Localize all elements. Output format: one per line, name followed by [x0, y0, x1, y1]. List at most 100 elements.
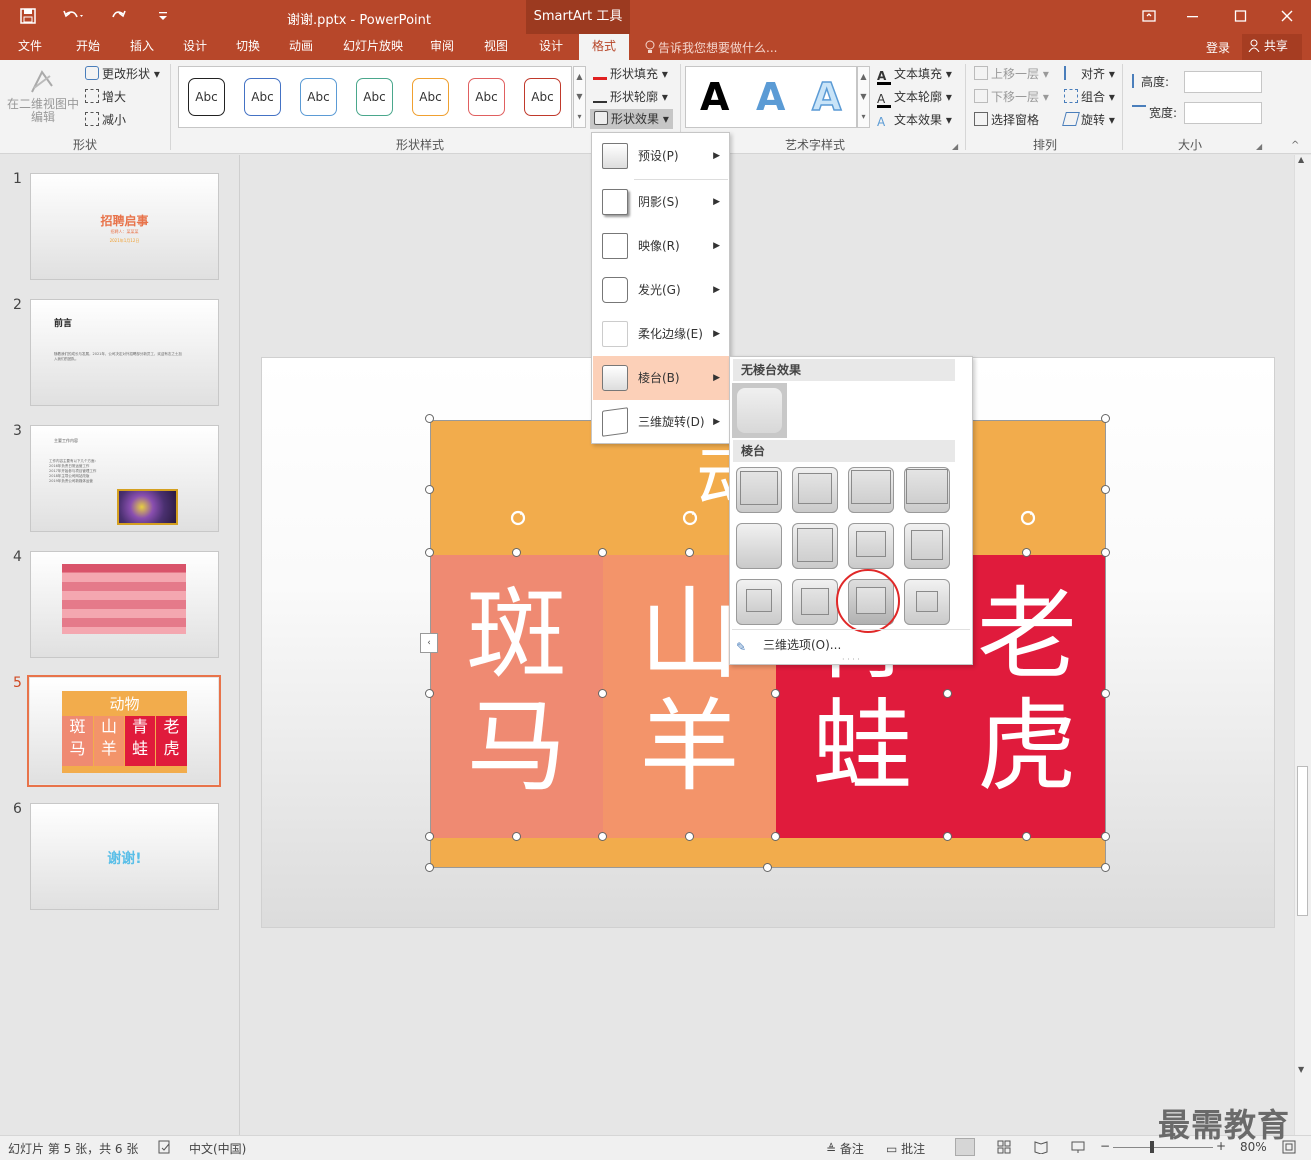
- notes-button[interactable]: ≜ 备注: [826, 1140, 864, 1157]
- bevel-option-12[interactable]: [904, 579, 950, 625]
- bevel-option-1[interactable]: [736, 467, 782, 513]
- shape-style-2[interactable]: Abc: [244, 78, 281, 116]
- spellcheck-icon[interactable]: [158, 1140, 172, 1154]
- slide-thumbnail-4[interactable]: [30, 551, 219, 658]
- bevel-option-3[interactable]: [848, 467, 894, 513]
- bevel-option-10[interactable]: [792, 579, 838, 625]
- tab-review[interactable]: 审阅: [420, 34, 464, 60]
- send-backward-button[interactable]: 下移一层 ▾: [974, 89, 1049, 105]
- resize-handle[interactable]: [512, 832, 521, 841]
- shape-style-4[interactable]: Abc: [356, 78, 393, 116]
- text-pane-toggle-icon[interactable]: ‹: [420, 633, 438, 653]
- resize-handle[interactable]: [771, 689, 780, 698]
- tab-home[interactable]: 开始: [66, 34, 110, 60]
- tab-smartart-design[interactable]: 设计: [529, 34, 573, 60]
- bevel-option-9[interactable]: [736, 579, 782, 625]
- menu-item-3d-rotation[interactable]: 三维旋转(D) ▶: [593, 400, 729, 444]
- normal-view-icon[interactable]: [955, 1138, 975, 1156]
- resize-handle[interactable]: [425, 485, 434, 494]
- scroll-up-icon[interactable]: ▲: [1298, 155, 1304, 164]
- close-icon[interactable]: [1280, 8, 1294, 24]
- slide-sorter-icon[interactable]: [997, 1140, 1011, 1154]
- scrollbar-thumb[interactable]: [1297, 766, 1308, 916]
- resize-handle[interactable]: [598, 548, 607, 557]
- resize-handle[interactable]: [763, 863, 772, 872]
- rotate-handle-icon[interactable]: [1018, 508, 1038, 528]
- wordart-style-blue[interactable]: A: [756, 77, 785, 117]
- maximize-icon[interactable]: [1234, 8, 1248, 24]
- bevel-option-2[interactable]: [792, 467, 838, 513]
- login-link[interactable]: 登录: [1206, 39, 1230, 56]
- share-button[interactable]: 共享: [1242, 34, 1302, 60]
- ribbon-display-icon[interactable]: [1141, 8, 1157, 24]
- edit-in-2d-button[interactable]: 在二维视图中编辑: [6, 66, 80, 130]
- customize-quick-access-icon[interactable]: [158, 8, 168, 24]
- resize-handle[interactable]: [425, 414, 434, 423]
- scroll-down-icon[interactable]: ▼: [1298, 1065, 1304, 1074]
- rotate-handle-icon[interactable]: [680, 508, 700, 528]
- zoom-out-icon[interactable]: −: [1100, 1139, 1110, 1153]
- slideshow-icon[interactable]: [1071, 1140, 1085, 1154]
- resize-grip-icon[interactable]: · · · ·: [842, 655, 860, 664]
- resize-handle[interactable]: [1022, 832, 1031, 841]
- change-shape-button[interactable]: 更改形状 ▾: [85, 66, 160, 82]
- shape-outline-button[interactable]: 形状轮廓 ▾: [593, 89, 668, 105]
- tab-animations[interactable]: 动画: [279, 34, 323, 60]
- menu-item-bevel[interactable]: 棱台(B) ▶: [593, 356, 729, 400]
- wordart-style-black[interactable]: A: [700, 77, 729, 117]
- text-outline-button[interactable]: A 文本轮廓 ▾: [877, 89, 952, 108]
- shape-style-7[interactable]: Abc: [524, 78, 561, 116]
- tab-file[interactable]: 文件: [8, 34, 52, 60]
- no-bevel-option[interactable]: [732, 383, 787, 438]
- resize-handle[interactable]: [1022, 548, 1031, 557]
- tab-insert[interactable]: 插入: [120, 34, 164, 60]
- shape-style-5[interactable]: Abc: [412, 78, 449, 116]
- vertical-scrollbar[interactable]: ▲ ▼: [1294, 155, 1311, 1135]
- comments-button[interactable]: ▭ 批注: [886, 1140, 925, 1157]
- undo-icon[interactable]: [62, 8, 84, 24]
- resize-handle[interactable]: [771, 832, 780, 841]
- resize-handle[interactable]: [1101, 832, 1110, 841]
- minimize-icon[interactable]: [1186, 8, 1200, 24]
- slide-thumbnail-2[interactable]: 前言 随着我们的成长与发展，2021年，公司决定对外招聘部分新员工，欢迎有志之士…: [30, 299, 219, 406]
- bevel-option-8[interactable]: [904, 523, 950, 569]
- resize-handle[interactable]: [425, 832, 434, 841]
- text-effects-button[interactable]: A 文本效果 ▾: [877, 112, 952, 130]
- reading-view-icon[interactable]: [1034, 1140, 1048, 1154]
- menu-item-glow[interactable]: 发光(G) ▶: [593, 268, 729, 312]
- resize-handle[interactable]: [1101, 485, 1110, 494]
- resize-handle[interactable]: [1101, 863, 1110, 872]
- bevel-option-5[interactable]: [736, 523, 782, 569]
- slide-thumbnail-5-selected[interactable]: 动物 斑马 山羊 青蛙 老虎: [27, 675, 221, 787]
- resize-handle[interactable]: [425, 863, 434, 872]
- save-icon[interactable]: [20, 8, 36, 24]
- group-button[interactable]: 组合 ▾: [1064, 89, 1115, 105]
- resize-handle[interactable]: [943, 689, 952, 698]
- wordart-scroll[interactable]: ▲ ▼ ▾: [857, 66, 870, 128]
- language-indicator[interactable]: 中文(中国): [189, 1140, 246, 1157]
- resize-handle[interactable]: [425, 548, 434, 557]
- height-input[interactable]: [1184, 71, 1262, 93]
- slide-thumbnail-6[interactable]: 谢谢!: [30, 803, 219, 910]
- shape-style-3[interactable]: Abc: [300, 78, 337, 116]
- resize-handle[interactable]: [685, 832, 694, 841]
- resize-handle[interactable]: [1101, 689, 1110, 698]
- redo-icon[interactable]: [110, 8, 126, 24]
- bevel-option-7[interactable]: [848, 523, 894, 569]
- bevel-option-4[interactable]: [904, 467, 950, 513]
- shape-fill-button[interactable]: 形状填充 ▾: [593, 66, 668, 82]
- menu-item-soft-edges[interactable]: 柔化边缘(E) ▶: [593, 312, 729, 356]
- menu-item-shadow[interactable]: 阴影(S) ▶: [593, 180, 729, 224]
- resize-handle[interactable]: [598, 689, 607, 698]
- selection-pane-button[interactable]: 选择窗格: [974, 112, 1039, 128]
- larger-button[interactable]: 增大: [85, 89, 126, 105]
- rotate-button[interactable]: 旋转 ▾: [1062, 112, 1115, 128]
- tab-slideshow[interactable]: 幻灯片放映: [335, 34, 411, 60]
- menu-item-reflection[interactable]: 映像(R) ▶: [593, 224, 729, 268]
- resize-handle[interactable]: [598, 832, 607, 841]
- slide-thumbnail-3[interactable]: 主要工作内容 工作内容主要有以下几个方面： 2016年负责日常运营工作 2017…: [30, 425, 219, 532]
- shape-effects-button[interactable]: 形状效果 ▾: [590, 109, 673, 129]
- menu-item-preset[interactable]: 预设(P) ▶: [593, 134, 729, 178]
- width-input[interactable]: [1184, 102, 1262, 124]
- dialog-launcher-icon[interactable]: ◢: [952, 142, 958, 151]
